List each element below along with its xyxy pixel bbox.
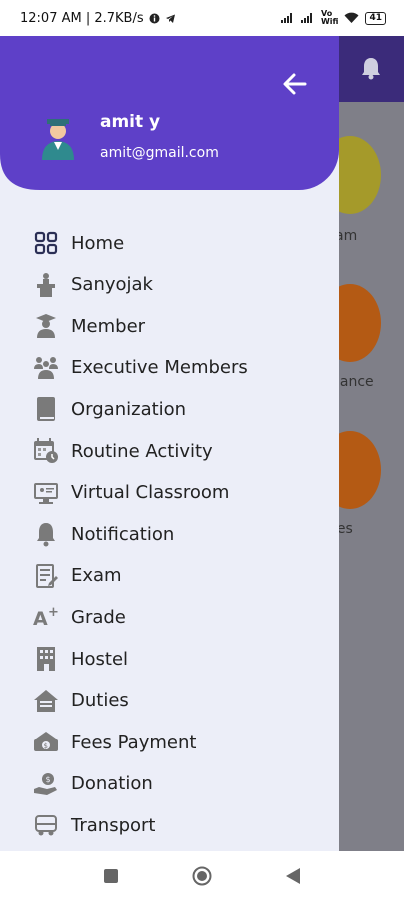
info-icon [149,13,160,23]
menu-item-organization[interactable]: Organization [32,391,322,427]
monitor-icon [32,479,60,507]
background-label: am [339,228,358,244]
menu-item-label: Virtual Classroom [71,482,230,504]
volte-icon: Vo Wifi [320,9,339,26]
podium-icon [32,271,60,299]
navigation-drawer: amit y amit@gmail.com Home Sanyojak Memb… [0,36,339,851]
background-tile [339,136,381,214]
status-time: 12:07 AM | 2.7KB/s [20,10,144,26]
menu-item-duties[interactable]: Duties [32,683,322,719]
background-appbar [339,36,404,102]
donation-icon: $ [32,770,60,798]
menu-item-label: Sanyojak [71,274,153,296]
bus-icon [32,811,60,839]
signal-icon [280,13,295,23]
bell-icon [360,56,382,86]
menu-item-sanyojak[interactable]: Sanyojak [32,267,322,303]
user-name: amit y [100,112,161,132]
people-icon [32,354,60,382]
menu-item-transport[interactable]: Transport [32,807,322,843]
menu-item-label: Routine Activity [71,440,213,462]
menu-item-label: Transport [71,814,156,836]
graduate-icon [32,312,60,340]
battery-icon: 41 [365,11,386,25]
menu-item-label: Duties [71,690,129,712]
grade-icon: A + [32,603,60,631]
menu-item-label: Home [71,232,125,254]
svg-text:$: $ [46,775,51,784]
menu-item-label: Executive Members [71,357,248,379]
calendar-icon [32,437,60,465]
menu-item-home[interactable]: Home [32,225,322,261]
background-label: dance [339,374,374,390]
menu-item-label: Hostel [71,648,129,670]
menu-item-label: Fees Payment [71,731,197,753]
menu-item-routine-activity[interactable]: Routine Activity [32,433,322,469]
wifi-icon [344,12,359,23]
menu-item-fees-payment[interactable]: $ Fees Payment [32,724,322,760]
building-icon [32,645,60,673]
svg-text:+: + [48,605,59,620]
menu-item-grade[interactable]: A + Grade [32,599,322,635]
recents-button[interactable] [104,869,118,883]
svg-text:A: A [33,608,48,629]
menu-item-notification[interactable]: Notification [32,516,322,552]
menu-item-virtual-classroom[interactable]: Virtual Classroom [32,475,322,511]
background-tile [339,431,381,509]
svg-text:$: $ [44,742,48,750]
bell-icon [32,520,60,548]
money-icon: $ [32,728,60,756]
menu-item-label: Grade [71,606,126,628]
back-button[interactable] [286,868,300,884]
back-arrow-icon[interactable] [281,70,309,98]
menu-item-label: Member [71,315,146,337]
telegram-icon [165,14,175,23]
user-email: amit@gmail.com [100,145,219,161]
background-app: am dance ies [339,36,404,851]
book-icon [32,395,60,423]
menu-item-exam[interactable]: Exam [32,558,322,594]
exam-icon [32,562,60,590]
menu-item-label: Donation [71,773,153,795]
grid-icon [32,229,60,257]
background-tile [339,284,381,362]
house-icon [32,687,60,715]
status-bar: 12:07 AM | 2.7KB/s Vo Wifi 41 [0,0,404,36]
menu-item-label: Exam [71,565,122,587]
signal-icon [300,13,315,23]
menu-item-label: Organization [71,398,187,420]
menu-item-executive-members[interactable]: Executive Members [32,350,322,386]
menu-item-donation[interactable]: $ Donation [32,766,322,802]
menu-item-label: Notification [71,523,175,545]
menu-item-member[interactable]: Member [32,308,322,344]
menu-item-hostel[interactable]: Hostel [32,641,322,677]
avatar [42,119,74,160]
home-button[interactable] [192,866,212,886]
system-nav-bar [0,851,404,900]
background-label: ies [339,521,353,537]
